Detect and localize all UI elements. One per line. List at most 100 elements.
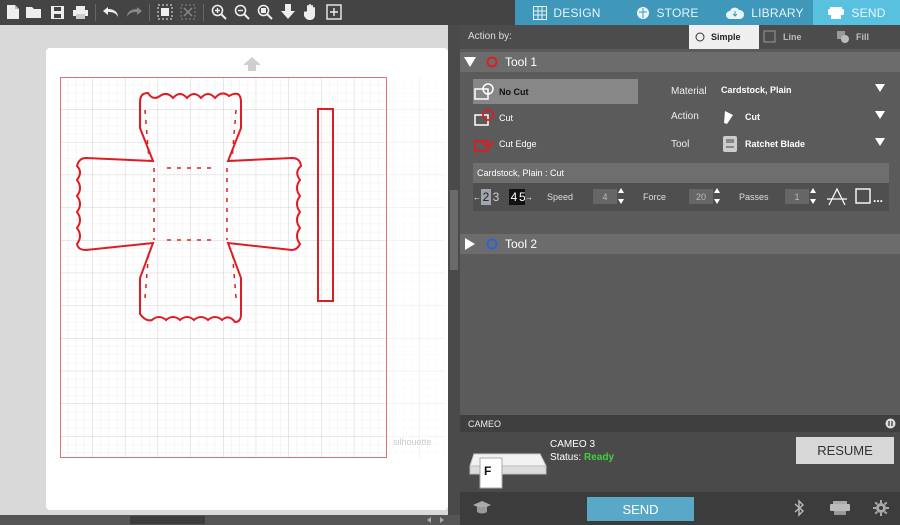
zoom-in-icon[interactable] [209,2,229,22]
zoom-out-icon[interactable] [232,2,252,22]
tab-design[interactable]: DESIGN [515,0,619,25]
send-button[interactable]: SEND [587,497,694,521]
cloud-icon [726,7,745,19]
bluetooth-icon[interactable] [793,499,805,517]
tab-line-label: Line [783,32,802,42]
grid-icon [533,5,548,20]
force-label: Force [643,192,667,202]
tool2-title: Tool 2 [505,237,538,251]
force-stepper-icon[interactable] [713,187,721,205]
expand-triangle-icon[interactable] [465,238,475,250]
material-label: Material [671,86,707,97]
send-panel: Action by: Simple Line Fill Tool 1 No Cu… [460,25,900,525]
action-dropdown[interactable]: Cut [721,105,889,129]
tool-value: Ratchet Blade [745,139,806,149]
print-icon[interactable] [70,2,90,22]
pan-hand-icon[interactable] [301,2,321,22]
add-page-icon[interactable] [324,2,344,22]
no-cut-icon [473,82,497,102]
speed-stepper-icon[interactable] [617,187,625,205]
move-down-icon[interactable] [278,2,298,22]
ratchet-blade-icon [723,136,737,152]
cut-label: Cut [499,112,514,123]
box-net-design[interactable] [70,88,310,333]
blade-digit: 2 [481,189,491,205]
passes-stepper-icon[interactable] [809,187,817,205]
device-strip: CAMEO [460,415,900,432]
tab-send-label: SEND [851,5,886,20]
vertical-scrollbar[interactable] [448,25,460,515]
device-name: CAMEO 3 [550,439,596,450]
radio-icon [695,32,705,42]
zoom-fit-icon[interactable] [255,2,275,22]
undo-icon[interactable] [101,2,121,22]
app-window: DESIGN STORE LIBRARY SEND silhouette [0,0,900,525]
tab-fill[interactable]: Fill [830,25,900,49]
passes-input[interactable]: 1 [785,189,809,204]
status-label: Status: [550,452,582,463]
redo-icon[interactable] [124,2,144,22]
cut-edge-icon [473,134,497,154]
tab-library[interactable]: LIBRARY [716,0,813,25]
no-cut-label: No Cut [499,86,529,97]
tool-label: Tool [671,139,690,150]
tool1-header[interactable]: Tool 1 [460,52,900,72]
scroll-thumb[interactable] [450,190,458,270]
material-value: Cardstock, Plain [721,85,792,95]
side-strip-design[interactable] [316,107,336,304]
tool-dropdown[interactable]: Ratchet Blade [721,132,889,156]
line-segment-icon[interactable] [855,188,871,204]
action-label: Action [671,111,699,122]
deselect-icon[interactable] [178,2,198,22]
tool1-red-circle-icon [486,56,498,68]
left-arrow-icon: ← [473,192,481,202]
feed-arrow-icon [243,57,261,71]
cut-option-cut[interactable]: Cut [473,105,638,130]
save-icon[interactable] [47,2,67,22]
tab-store[interactable]: STORE [619,0,716,25]
cutter-device-icon[interactable] [829,500,851,516]
cut-option-cut-edge[interactable]: Cut Edge [473,131,638,156]
store-globe-icon [637,6,650,19]
collapse-triangle-icon[interactable] [464,57,476,67]
h-scroll-thumb[interactable] [130,516,205,524]
scroll-arrows-icon[interactable] [425,516,447,524]
resume-button[interactable]: RESUME [796,437,894,464]
speed-input[interactable]: 4 [593,189,617,204]
horizontal-scrollbar[interactable] [0,515,460,525]
gear-icon[interactable] [873,500,889,516]
pause-icon[interactable] [885,418,896,429]
tab-send[interactable]: SEND [813,0,900,25]
more-options-button[interactable]: ... [873,191,883,205]
material-summary: Cardstock, Plain : Cut [473,163,889,183]
tab-simple[interactable]: Simple [689,25,759,49]
device-status-area: F CAMEO 3 Status: Ready RESUME [460,432,900,492]
chevron-down-icon [875,138,885,146]
blade-digit: 4 [509,189,519,205]
tool2-blue-circle-icon [486,238,498,250]
blade-digit: 3 [492,190,500,204]
force-input[interactable]: 20 [689,189,713,204]
right-arrow-icon: → [525,192,533,202]
overcut-icon[interactable] [827,187,847,207]
device-strip-label: CAMEO [468,418,502,429]
top-toolbar: DESIGN STORE LIBRARY SEND [0,0,900,25]
tab-simple-label: Simple [711,32,741,42]
cut-option-no-cut[interactable]: No Cut [473,79,638,104]
tool2-header[interactable]: Tool 2 [460,234,900,254]
graduation-cap-icon[interactable] [472,499,492,517]
speed-label: Speed [547,192,574,202]
open-folder-icon[interactable] [24,2,44,22]
cut-icon [473,108,497,128]
tab-store-label: STORE [656,5,699,20]
tab-line[interactable]: Line [759,25,830,49]
tool1-title: Tool 1 [505,55,538,69]
blade-depth-indicator[interactable]: ← 2 3 4 5 → [473,188,537,206]
tab-library-label: LIBRARY [751,5,804,20]
bottom-bar: SEND [460,492,900,525]
cut-settings-row: ← 2 3 4 5 → Speed 4 Force 20 Passes 1 ..… [473,183,889,211]
chevron-down-icon [875,84,885,92]
select-all-icon[interactable] [155,2,175,22]
material-dropdown[interactable]: Cardstock, Plain [721,78,889,102]
new-file-icon[interactable] [3,2,23,22]
